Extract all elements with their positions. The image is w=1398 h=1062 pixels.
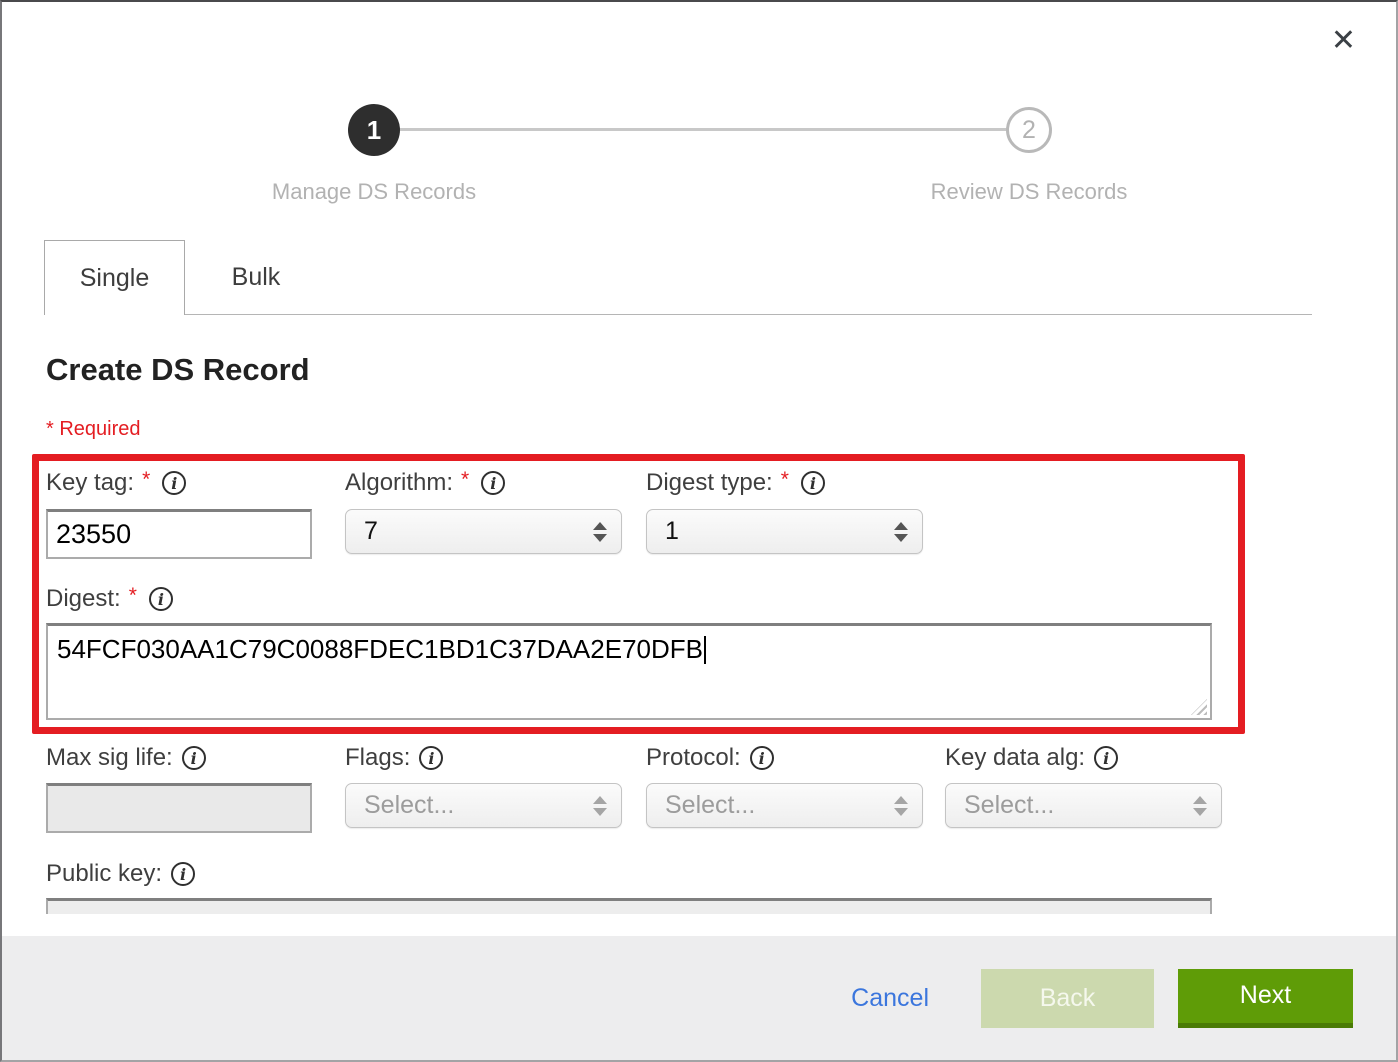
- flags-label: Flags: i: [345, 744, 443, 772]
- algorithm-label: Algorithm: * i: [345, 469, 505, 497]
- digest-type-info-icon[interactable]: i: [801, 471, 825, 495]
- digest-type-label: Digest type: * i: [646, 469, 825, 497]
- max-sig-life-info-icon[interactable]: i: [182, 746, 206, 770]
- close-icon: ✕: [1331, 24, 1356, 57]
- digest-info-icon[interactable]: i: [149, 587, 173, 611]
- algorithm-select-value: 7: [364, 517, 593, 546]
- select-stepper-icon: [593, 522, 607, 542]
- algorithm-select[interactable]: 7: [345, 509, 622, 554]
- public-key-info-icon[interactable]: i: [171, 862, 195, 886]
- protocol-label: Protocol: i: [646, 744, 774, 772]
- cancel-link[interactable]: Cancel: [851, 984, 929, 1013]
- public-key-textarea[interactable]: [46, 898, 1212, 914]
- protocol-select[interactable]: Select...: [646, 783, 923, 828]
- key-data-alg-label: Key data alg: i: [945, 744, 1118, 772]
- footer-bar: Cancel Back Next: [2, 936, 1396, 1060]
- required-note: * Required: [46, 418, 141, 441]
- max-sig-life-label: Max sig life: i: [46, 744, 206, 772]
- flags-select[interactable]: Select...: [345, 783, 622, 828]
- select-stepper-icon: [593, 796, 607, 816]
- key-tag-input[interactable]: [46, 509, 312, 559]
- digest-value: 54FCF030AA1C79C0088FDEC1BD1C37DAA2E70DFB: [57, 634, 703, 664]
- digest-type-select[interactable]: 1: [646, 509, 923, 554]
- tab-single[interactable]: Single: [44, 240, 185, 315]
- required-asterisk: *: [142, 468, 150, 492]
- flags-select-value: Select...: [364, 791, 593, 820]
- algorithm-info-icon[interactable]: i: [481, 471, 505, 495]
- max-sig-life-input[interactable]: [46, 783, 312, 833]
- select-stepper-icon: [894, 522, 908, 542]
- key-data-alg-select[interactable]: Select...: [945, 783, 1222, 828]
- back-button[interactable]: Back: [981, 969, 1154, 1028]
- step-1-label: Manage DS Records: [224, 179, 524, 205]
- step-2-number: 2: [1022, 116, 1036, 145]
- key-tag-info-icon[interactable]: i: [162, 471, 186, 495]
- create-ds-record-modal: { "window": { "close_icon": "✕" }, "step…: [0, 0, 1398, 1062]
- resize-handle-icon[interactable]: [1191, 699, 1207, 715]
- required-asterisk: *: [461, 468, 469, 492]
- select-stepper-icon: [1193, 796, 1207, 816]
- text-cursor: [704, 636, 706, 664]
- digest-label: Digest: * i: [46, 585, 173, 613]
- protocol-info-icon[interactable]: i: [750, 746, 774, 770]
- close-button[interactable]: ✕: [1331, 26, 1356, 56]
- tab-bulk-label: Bulk: [232, 263, 281, 292]
- required-asterisk: *: [781, 468, 789, 492]
- page-title: Create DS Record: [46, 352, 310, 388]
- step-2-circle: 2: [1006, 107, 1052, 153]
- select-stepper-icon: [894, 796, 908, 816]
- digest-type-select-value: 1: [665, 517, 894, 546]
- required-asterisk: *: [129, 584, 137, 608]
- next-button[interactable]: Next: [1178, 969, 1353, 1028]
- digest-textarea[interactable]: 54FCF030AA1C79C0088FDEC1BD1C37DAA2E70DFB: [46, 623, 1212, 720]
- step-1-number: 1: [367, 115, 381, 146]
- step-1-circle: 1: [348, 104, 400, 156]
- tab-bulk[interactable]: Bulk: [185, 240, 327, 315]
- tab-single-label: Single: [80, 264, 150, 293]
- public-key-label: Public key: i: [46, 860, 195, 888]
- step-2-label: Review DS Records: [879, 179, 1179, 205]
- key-data-alg-select-value: Select...: [964, 791, 1193, 820]
- key-data-alg-info-icon[interactable]: i: [1094, 746, 1118, 770]
- protocol-select-value: Select...: [665, 791, 894, 820]
- flags-info-icon[interactable]: i: [419, 746, 443, 770]
- key-tag-label: Key tag: * i: [46, 469, 186, 497]
- stepper-connector-line: [400, 128, 1006, 131]
